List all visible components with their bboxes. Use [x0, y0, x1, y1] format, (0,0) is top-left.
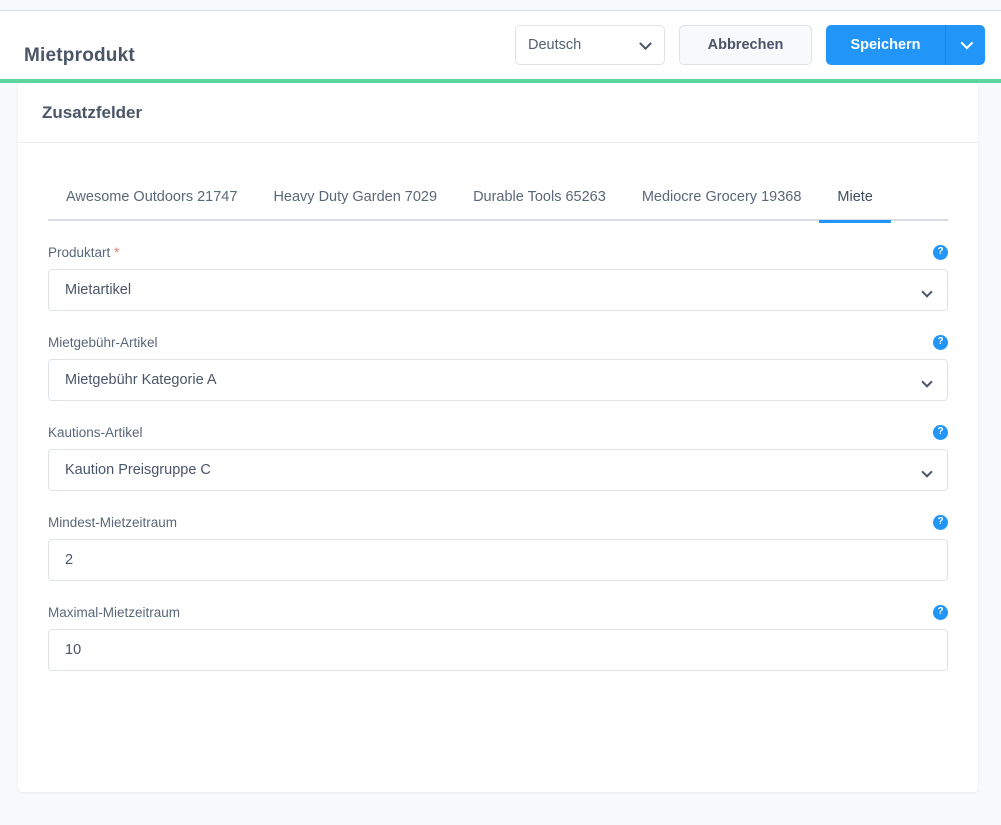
- field-value: Mietartikel: [65, 282, 132, 298]
- header-actions: Deutsch Abbrechen Speichern: [515, 25, 985, 65]
- tab-0[interactable]: Awesome Outdoors 21747: [48, 189, 255, 221]
- field-label-text: Maximal-Mietzeitraum: [48, 604, 181, 620]
- help-icon[interactable]: ?: [933, 604, 948, 620]
- card-title: Zusatzfelder: [42, 102, 143, 122]
- field-label-row: Produktart *?: [48, 243, 948, 261]
- field-label-text: Mindest-Mietzeitraum: [48, 514, 178, 530]
- tab-bar: Awesome Outdoors 21747 Heavy Duty Garden …: [48, 173, 948, 223]
- field-label: Mindest-Mietzeitraum: [48, 515, 177, 530]
- app-header: Mietprodukt Deutsch Abbrechen Speichern: [0, 11, 1001, 79]
- cancel-button[interactable]: Abbrechen: [679, 25, 812, 65]
- field-label-text: Produktart: [48, 244, 111, 260]
- field-label-text: Kautions-Artikel: [48, 424, 143, 440]
- card-body: Awesome Outdoors 21747 Heavy Duty Garden …: [18, 143, 978, 671]
- tab-3[interactable]: Mediocre Grocery 19368: [624, 189, 820, 221]
- help-icon[interactable]: ?: [933, 334, 948, 350]
- language-select-value: Deutsch: [528, 37, 582, 53]
- text-input[interactable]: 10: [48, 629, 948, 671]
- form-fields: Produktart *? Mietartikel Mietgebühr-Artik…: [48, 243, 948, 671]
- chevron-down-icon: [921, 464, 933, 480]
- form-field: Mindest-Mietzeitraum? 2: [48, 513, 948, 581]
- field-value: Kaution Preisgruppe C: [65, 462, 211, 478]
- additional-fields-card: Zusatzfelder Awesome Outdoors 21747 Heavy…: [18, 83, 978, 792]
- tab-1[interactable]: Heavy Duty Garden 7029: [255, 189, 455, 221]
- chevron-down-icon: [921, 374, 933, 390]
- tab-label: Heavy Duty Garden 7029: [273, 189, 438, 205]
- field-label-row: Kautions-Artikel?: [48, 423, 948, 441]
- form-field: Produktart *? Mietartikel: [48, 243, 948, 311]
- field-value: 10: [65, 642, 82, 658]
- field-value: Mietgebühr Kategorie A: [65, 372, 217, 388]
- tab-label: Mediocre Grocery 19368: [641, 189, 802, 205]
- field-label: Kautions-Artikel: [48, 425, 143, 440]
- tab-4[interactable]: Miete: [819, 189, 892, 223]
- tab-2[interactable]: Durable Tools 65263: [455, 189, 624, 221]
- save-button[interactable]: Speichern: [826, 25, 945, 65]
- required-marker: *: [114, 244, 120, 260]
- chevron-down-icon: [960, 36, 974, 54]
- field-label-row: Maximal-Mietzeitraum?: [48, 603, 948, 621]
- form-field: Maximal-Mietzeitraum? 10: [48, 603, 948, 671]
- tab-label: Miete: [837, 189, 873, 205]
- chevron-down-icon: [639, 37, 652, 56]
- field-label-row: Mindest-Mietzeitraum?: [48, 513, 948, 531]
- tab-label: Awesome Outdoors 21747: [66, 189, 238, 205]
- select-control[interactable]: Kaution Preisgruppe C: [48, 449, 948, 491]
- field-label-row: Mietgebühr-Artikel?: [48, 333, 948, 351]
- field-value: 2: [65, 552, 74, 568]
- page-title: Mietprodukt: [24, 45, 135, 66]
- save-button-group: Speichern: [826, 25, 985, 65]
- language-select[interactable]: Deutsch: [515, 25, 665, 65]
- help-icon[interactable]: ?: [933, 244, 948, 260]
- field-label-text: Mietgebühr-Artikel: [48, 334, 158, 350]
- card-header: Zusatzfelder: [18, 83, 978, 143]
- help-icon[interactable]: ?: [933, 424, 948, 440]
- chevron-down-icon: [921, 284, 933, 300]
- field-label: Mietgebühr-Artikel: [48, 335, 158, 350]
- select-control[interactable]: Mietartikel: [48, 269, 948, 311]
- form-field: Mietgebühr-Artikel? Mietgebühr Kategorie …: [48, 333, 948, 401]
- help-icon[interactable]: ?: [933, 514, 948, 530]
- save-dropdown-button[interactable]: [945, 25, 985, 65]
- select-control[interactable]: Mietgebühr Kategorie A: [48, 359, 948, 401]
- form-field: Kautions-Artikel? Kaution Preisgruppe C: [48, 423, 948, 491]
- field-label: Produktart *: [48, 245, 119, 260]
- field-label: Maximal-Mietzeitraum: [48, 605, 180, 620]
- text-input[interactable]: 2: [48, 539, 948, 581]
- tab-label: Durable Tools 65263: [473, 189, 606, 205]
